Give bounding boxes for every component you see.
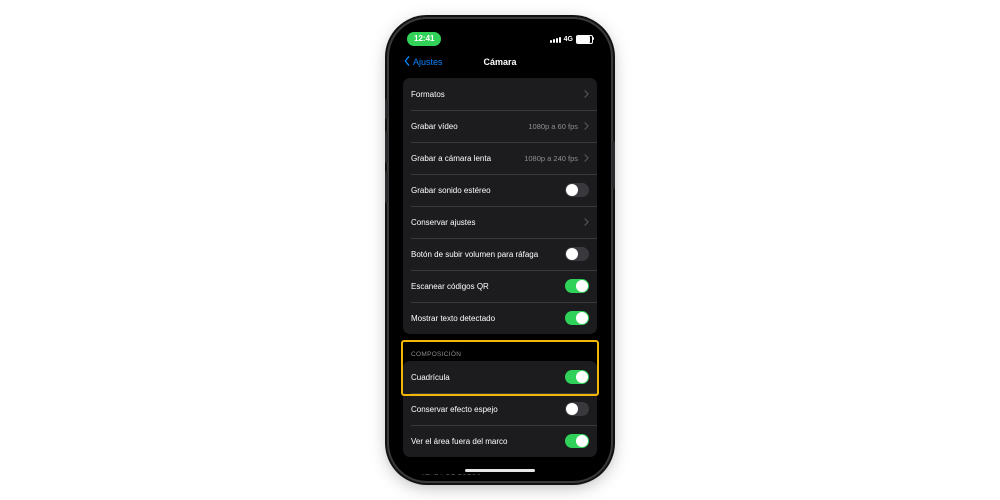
setting-label: Cuadrícula (411, 373, 559, 382)
nav-bar: Ajustes Cámara (395, 51, 605, 73)
setting-label: Botón de subir volumen para ráfaga (411, 250, 559, 259)
notch (452, 25, 548, 43)
status-time-pill: 12:41 (407, 32, 441, 46)
page-title: Cámara (483, 57, 516, 67)
setting-label: Grabar a cámara lenta (411, 154, 518, 163)
back-label: Ajustes (413, 57, 443, 67)
network-label: 4G (564, 36, 573, 43)
side-button (385, 171, 388, 203)
home-indicator (465, 469, 535, 472)
setting-label: Conservar efecto espejo (411, 405, 559, 414)
setting-row-composition-2[interactable]: Ver el área fuera del marco (403, 425, 597, 457)
setting-label: Ver el área fuera del marco (411, 437, 559, 446)
setting-detail: 1080p a 60 fps (528, 122, 578, 131)
toggle-switch[interactable] (565, 279, 589, 293)
setting-label: Grabar vídeo (411, 122, 522, 131)
back-button[interactable]: Ajustes (403, 51, 443, 73)
setting-row-main-2[interactable]: Grabar a cámara lenta 1080p a 240 fps (403, 142, 597, 174)
chevron-right-icon (584, 154, 589, 162)
settings-content[interactable]: FormatosGrabar vídeo1080p a 60 fpsGrabar… (395, 71, 605, 475)
setting-row-main-5[interactable]: Botón de subir volumen para ráfaga (403, 238, 597, 270)
side-button (612, 141, 615, 189)
chevron-right-icon (584, 122, 589, 130)
side-button (385, 99, 388, 119)
setting-row-composition-0[interactable]: Cuadrícula (403, 361, 597, 393)
group-header-composition: COMPOSICIÓN (403, 341, 597, 361)
toggle-switch[interactable] (565, 402, 589, 416)
chevron-left-icon (403, 56, 411, 68)
toggle-switch[interactable] (565, 183, 589, 197)
setting-row-main-1[interactable]: Grabar vídeo 1080p a 60 fps (403, 110, 597, 142)
setting-row-main-3[interactable]: Grabar sonido estéreo (403, 174, 597, 206)
status-right: 4G (550, 35, 593, 44)
setting-label: Escanear códigos QR (411, 282, 559, 291)
setting-label: Conservar ajustes (411, 218, 578, 227)
phone-frame: 12:41 4G Ajustes Cámara Formatos Grabar v… (389, 19, 611, 481)
group-main: FormatosGrabar vídeo1080p a 60 fpsGrabar… (403, 78, 597, 334)
chevron-right-icon (584, 90, 589, 98)
setting-row-main-7[interactable]: Mostrar texto detectado (403, 302, 597, 334)
signal-icon (550, 36, 561, 43)
setting-label: Mostrar texto detectado (411, 314, 559, 323)
toggle-switch[interactable] (565, 434, 589, 448)
setting-label: Grabar sonido estéreo (411, 186, 559, 195)
setting-row-main-6[interactable]: Escanear códigos QR (403, 270, 597, 302)
toggle-switch[interactable] (565, 247, 589, 261)
toggle-switch[interactable] (565, 311, 589, 325)
setting-row-composition-1[interactable]: Conservar efecto espejo (403, 393, 597, 425)
group-composition: COMPOSICIÓN Cuadrícula Conservar efecto e… (403, 341, 597, 457)
side-button (385, 131, 388, 163)
setting-row-main-0[interactable]: Formatos (403, 78, 597, 110)
chevron-right-icon (584, 218, 589, 226)
battery-icon (576, 35, 593, 44)
screen: 12:41 4G Ajustes Cámara Formatos Grabar v… (395, 25, 605, 475)
setting-label: Formatos (411, 90, 578, 99)
setting-row-main-4[interactable]: Conservar ajustes (403, 206, 597, 238)
toggle-switch[interactable] (565, 370, 589, 384)
setting-detail: 1080p a 240 fps (524, 154, 578, 163)
